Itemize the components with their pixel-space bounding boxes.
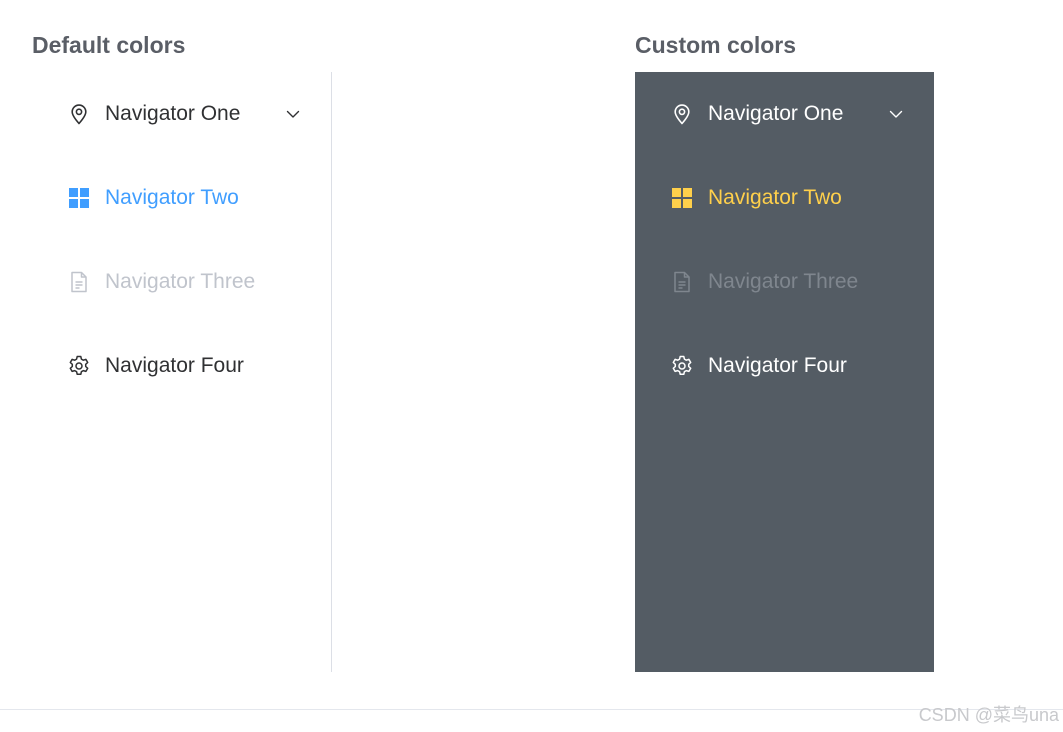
chevron-down-icon <box>285 106 301 122</box>
bottom-divider <box>0 709 1063 710</box>
menu-item-navigator-one[interactable]: Navigator One <box>32 72 331 156</box>
menu-item-navigator-two[interactable]: Navigator Two <box>635 156 934 240</box>
document-icon <box>669 269 695 295</box>
menu-item-navigator-three[interactable]: Navigator Three <box>635 240 934 324</box>
menu-item-label: Navigator Two <box>105 186 239 209</box>
menu-item-navigator-four[interactable]: Navigator Four <box>635 324 934 408</box>
menu-item-navigator-three[interactable]: Navigator Three <box>32 240 331 324</box>
menu-item-navigator-two[interactable]: Navigator Two <box>32 156 331 240</box>
menu-item-navigator-one[interactable]: Navigator One <box>635 72 934 156</box>
menu-item-label: Navigator Three <box>105 270 256 293</box>
page: Default colors Navigator One Navigator T… <box>0 0 1063 732</box>
menu-default: Navigator One Navigator Two Navigator Th… <box>32 72 332 672</box>
menu-item-label: Navigator Four <box>105 354 244 377</box>
menu-item-label: Navigator Two <box>708 186 842 209</box>
section-title-default: Default colors <box>32 32 186 58</box>
menu-item-label: Navigator Three <box>708 270 859 293</box>
menu-item-label: Navigator One <box>708 102 844 125</box>
watermark: CSDN @菜鸟una <box>918 705 1059 725</box>
location-icon <box>669 101 695 127</box>
menu-grid-icon <box>669 185 695 211</box>
menu-item-label: Navigator Four <box>708 354 847 377</box>
gear-icon <box>66 353 92 379</box>
document-icon <box>66 269 92 295</box>
gear-icon <box>669 353 695 379</box>
menu-item-label: Navigator One <box>105 102 241 125</box>
location-icon <box>66 101 92 127</box>
section-title-custom: Custom colors <box>635 32 797 58</box>
menu-custom: Navigator One Navigator Two Navigator Th… <box>635 72 934 672</box>
chevron-down-icon <box>888 106 904 122</box>
menu-item-navigator-four[interactable]: Navigator Four <box>32 324 331 408</box>
menu-grid-icon <box>66 185 92 211</box>
